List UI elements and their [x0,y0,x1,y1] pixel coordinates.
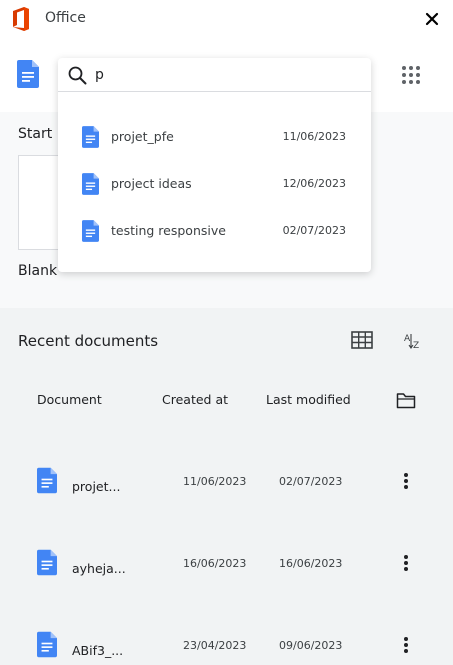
table-view-icon[interactable] [351,331,373,349]
column-header-created[interactable]: Created at [162,392,228,407]
row-modified-date: 16/06/2023 [279,557,343,570]
table-row[interactable]: ayheja... 16/06/2023 16/06/2023 [0,549,453,589]
more-vert-icon[interactable] [398,635,414,655]
row-modified-date: 02/07/2023 [279,475,343,488]
row-created-date: 23/04/2023 [183,639,247,652]
search-result-item[interactable]: projet_pfe 11/06/2023 [58,116,371,156]
row-created-date: 11/06/2023 [183,475,247,488]
row-modified-date: 09/06/2023 [279,639,343,652]
row-document-name: projet... [72,479,121,494]
svg-text:A: A [404,334,411,344]
more-vert-icon[interactable] [398,553,414,573]
column-header-modified[interactable]: Last modified [266,392,351,407]
docs-icon [82,173,99,195]
search-result-date: 12/06/2023 [282,177,346,190]
row-created-date: 16/06/2023 [183,557,247,570]
recent-documents-section: Recent documents A Z Document Created at… [0,308,453,665]
docs-icon[interactable] [17,60,39,88]
column-header-document[interactable]: Document [37,392,102,407]
search-icon[interactable] [68,66,87,85]
docs-icon [37,631,57,658]
search-result-item[interactable]: project ideas 12/06/2023 [58,163,371,203]
title-bar: Office [0,0,453,38]
more-vert-icon[interactable] [398,471,414,491]
search-result-item[interactable]: testing responsive 02/07/2023 [58,210,371,250]
search-result-date: 11/06/2023 [282,130,346,143]
search-result-name: project ideas [111,176,192,191]
app-title: Office [45,10,86,26]
docs-icon [82,126,99,148]
sort-az-icon[interactable]: A Z [403,332,423,350]
row-document-name: ayheja... [72,561,126,576]
recent-documents-title: Recent documents [18,332,159,350]
search-result-date: 02/07/2023 [282,224,346,237]
apps-grid-icon[interactable] [402,66,420,84]
search-bar [58,58,371,92]
search-result-name: testing responsive [111,223,226,238]
search-result-name: projet_pfe [111,129,174,144]
office-logo-icon [13,7,29,31]
start-label: Start [18,126,53,142]
close-icon[interactable] [422,9,442,29]
search-input[interactable] [95,64,355,86]
row-document-name: ABif3_... [72,643,124,658]
docs-icon [37,467,57,494]
folder-icon[interactable] [396,392,416,409]
docs-icon [82,220,99,242]
table-row[interactable]: ABif3_... 23/04/2023 09/06/2023 [0,631,453,665]
svg-text:Z: Z [413,341,419,350]
blank-template-label: Blank [18,263,58,279]
table-row[interactable]: projet... 11/06/2023 02/07/2023 [0,467,453,507]
search-dropdown: projet_pfe 11/06/2023 project ideas 12/0… [58,58,371,272]
docs-icon [37,549,57,576]
